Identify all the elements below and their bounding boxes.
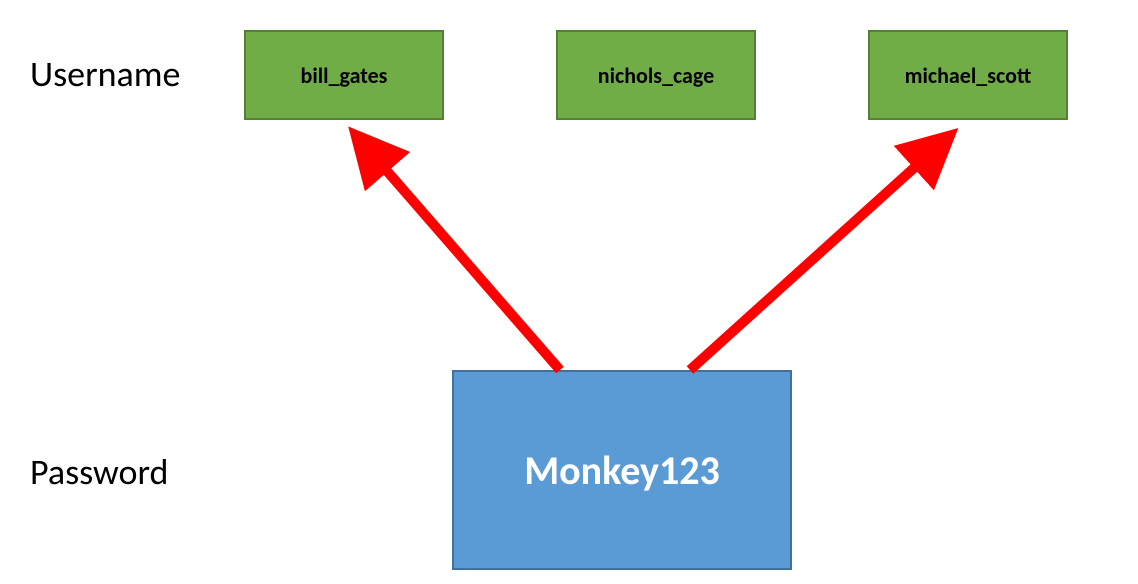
- username-box-2: nichols_cage: [556, 30, 756, 120]
- username-text-1: bill_gates: [301, 62, 388, 89]
- username-box-3: michael_scott: [868, 30, 1068, 120]
- password-text: Monkey123: [524, 446, 720, 495]
- username-text-2: nichols_cage: [598, 62, 714, 89]
- arrow-password-to-user1: [360, 140, 560, 370]
- arrow-password-to-user3: [690, 140, 945, 370]
- username-row-label: Username: [30, 52, 180, 96]
- username-text-3: michael_scott: [905, 62, 1032, 89]
- username-box-1: bill_gates: [244, 30, 444, 120]
- password-row-label: Password: [30, 450, 168, 494]
- password-box: Monkey123: [452, 370, 792, 570]
